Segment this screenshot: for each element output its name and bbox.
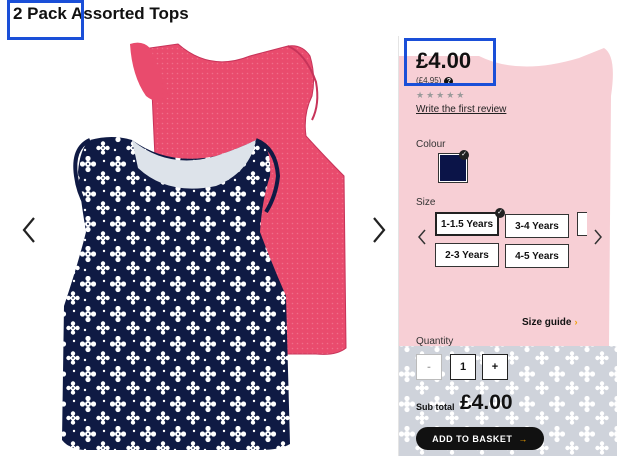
chevron-left-icon [22, 217, 35, 243]
size-option-3-4-years[interactable]: 3-4 Years [505, 214, 569, 238]
quantity-decrease-button[interactable]: - [416, 354, 442, 380]
selected-check-icon: ✓ [495, 208, 505, 218]
chevron-right-icon: › [574, 317, 578, 327]
chevron-right-icon [373, 217, 386, 243]
size-option-partial[interactable] [577, 212, 587, 236]
quantity-input[interactable]: 1 [450, 354, 476, 380]
product-details-panel: £4.00 (£4.95)? ★★★★★ Write the first rev… [398, 36, 617, 456]
size-option-4-5-years[interactable]: 4-5 Years [505, 244, 569, 268]
size-option-2-3-years[interactable]: 2-3 Years [435, 243, 499, 267]
write-review-link[interactable]: Write the first review [416, 104, 506, 115]
colour-label: Colour [416, 139, 446, 150]
size-next-icon[interactable] [593, 228, 603, 246]
was-price: (£4.95)? [416, 76, 454, 86]
product-price: £4.00 [416, 48, 472, 73]
size-option-1-1-5-years[interactable]: 1-1.5 Years [435, 212, 499, 236]
quantity-increase-button[interactable]: + [482, 354, 508, 380]
size-guide-link[interactable]: Size guide › [522, 317, 577, 328]
subtotal-label: Sub total [416, 402, 455, 412]
product-image [62, 42, 347, 450]
gallery-prev-button[interactable] [16, 210, 42, 250]
quantity-label: Quantity [416, 336, 454, 347]
arrow-right-icon: → [518, 433, 528, 444]
product-image-gallery [20, 36, 390, 456]
gallery-next-button[interactable] [366, 210, 392, 250]
rating-stars: ★★★★★ [416, 90, 467, 100]
add-to-basket-button[interactable]: ADD TO BASKET → [416, 427, 544, 450]
subtotal-value: £4.00 [460, 391, 513, 414]
page-title: 2 Pack Assorted Tops [13, 4, 189, 23]
check-icon: ✓ [459, 150, 469, 160]
size-label: Size [416, 197, 436, 208]
size-prev-icon[interactable] [417, 228, 427, 246]
help-icon[interactable]: ? [444, 77, 454, 86]
